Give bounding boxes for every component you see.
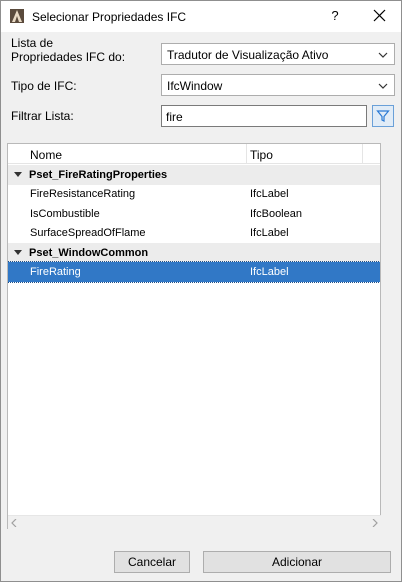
property-name: IsCombustible bbox=[30, 208, 100, 220]
table-row[interactable]: SurfaceSpreadOfFlame IfcLabel bbox=[8, 223, 380, 243]
table-row[interactable]: FireResistanceRating IfcLabel bbox=[8, 184, 380, 204]
ifc-type-label: Tipo de IFC: bbox=[11, 79, 77, 93]
property-name: FireResistanceRating bbox=[30, 188, 136, 200]
ifc-type-select[interactable]: IfcWindow bbox=[161, 74, 395, 96]
funnel-icon bbox=[376, 110, 390, 122]
column-separator[interactable] bbox=[362, 144, 363, 164]
select-ifc-properties-dialog: Selecionar Propriedades IFC ? Lista de P… bbox=[0, 0, 402, 582]
filter-input[interactable]: fire bbox=[161, 105, 367, 127]
vertical-scrollbar[interactable] bbox=[381, 143, 389, 529]
title-bar: Selecionar Propriedades IFC ? bbox=[1, 1, 401, 32]
table-row[interactable]: IsCombustible IfcBoolean bbox=[8, 204, 380, 224]
cancel-button[interactable]: Cancelar bbox=[114, 551, 190, 573]
chevron-down-icon bbox=[378, 83, 388, 89]
expand-triangle-icon[interactable] bbox=[14, 172, 22, 177]
list-header: Nome Tipo bbox=[8, 144, 380, 164]
help-icon: ? bbox=[331, 8, 339, 23]
close-icon bbox=[373, 9, 385, 22]
property-name: FireRating bbox=[30, 266, 81, 278]
add-button[interactable]: Adicionar bbox=[203, 551, 391, 573]
scroll-right-icon[interactable] bbox=[372, 519, 378, 527]
filter-input-value: fire bbox=[166, 110, 183, 124]
list-source-select[interactable]: Tradutor de Visualização Ativo bbox=[161, 43, 395, 65]
column-header-name[interactable]: Nome bbox=[30, 148, 62, 162]
archicad-icon bbox=[10, 9, 24, 23]
close-button[interactable] bbox=[367, 5, 391, 27]
group-name: Pset_FireRatingProperties bbox=[29, 169, 168, 181]
ifc-type-value: IfcWindow bbox=[167, 79, 223, 93]
property-type: IfcLabel bbox=[250, 266, 289, 278]
property-name: SurfaceSpreadOfFlame bbox=[30, 227, 146, 239]
column-separator[interactable] bbox=[246, 144, 247, 164]
properties-list: Nome Tipo Pset_FireRatingProperties Fire… bbox=[7, 143, 381, 529]
expand-triangle-icon[interactable] bbox=[14, 250, 22, 255]
column-header-type[interactable]: Tipo bbox=[250, 148, 273, 162]
table-row-selected[interactable]: FireRating IfcLabel bbox=[8, 261, 380, 283]
property-type: IfcLabel bbox=[250, 188, 289, 200]
scroll-left-icon[interactable] bbox=[11, 519, 17, 527]
property-type: IfcLabel bbox=[250, 227, 289, 239]
filter-button[interactable] bbox=[372, 105, 394, 127]
horizontal-scrollbar[interactable] bbox=[8, 515, 381, 529]
group-row[interactable]: Pset_WindowCommon bbox=[8, 243, 380, 263]
chevron-down-icon bbox=[378, 52, 388, 58]
window-title: Selecionar Propriedades IFC bbox=[32, 10, 187, 24]
property-type: IfcBoolean bbox=[250, 208, 302, 220]
group-row[interactable]: Pset_FireRatingProperties bbox=[8, 165, 380, 185]
group-name: Pset_WindowCommon bbox=[29, 247, 149, 259]
filter-list-label: Filtrar Lista: bbox=[11, 109, 74, 123]
list-source-value: Tradutor de Visualização Ativo bbox=[167, 48, 329, 62]
help-button[interactable]: ? bbox=[324, 5, 346, 27]
list-source-label: Lista de Propriedades IFC do: bbox=[11, 36, 126, 64]
